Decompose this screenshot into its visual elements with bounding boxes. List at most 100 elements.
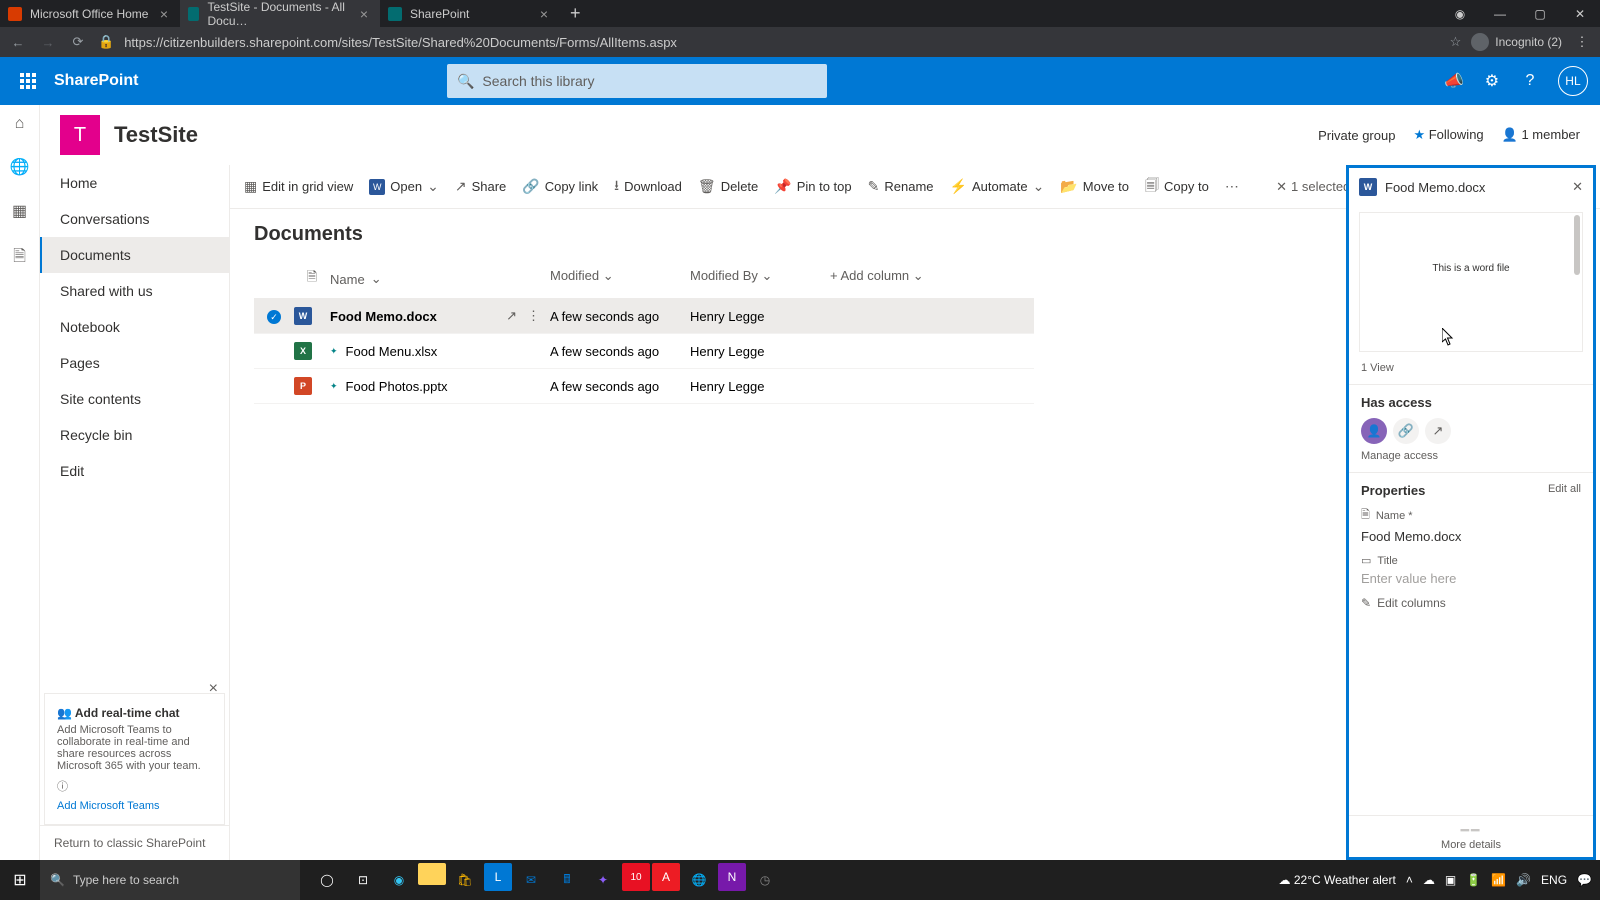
moveto-button[interactable]: 📂Move to [1060, 178, 1129, 195]
automate-button[interactable]: ⚡Automate⌄ [950, 178, 1045, 195]
info-icon[interactable]: ⓘ [57, 778, 212, 794]
file-name[interactable]: Food Memo.docx [330, 309, 437, 324]
more-details-link[interactable]: More details [1441, 839, 1501, 851]
taskbar-search[interactable]: 🔍 Type here to search [40, 860, 300, 900]
files-icon[interactable]: 🗎 [13, 245, 26, 272]
explorer-icon[interactable] [418, 863, 446, 885]
address-bar[interactable]: https://citizenbuilders.sharepoint.com/s… [124, 35, 1439, 50]
tab-close-icon[interactable]: × [536, 6, 552, 22]
sidebar-item-documents[interactable]: Documents [40, 237, 229, 273]
site-title[interactable]: TestSite [114, 122, 198, 148]
name-header[interactable]: Name⌄ [330, 268, 550, 290]
share-access-icon[interactable]: ↗ [1425, 418, 1451, 444]
copyto-button[interactable]: 🗐Copy to [1145, 175, 1209, 199]
new-tab-button[interactable]: + [560, 0, 591, 27]
wifi-icon[interactable]: 📶 [1491, 873, 1506, 887]
sidebar-item-conversations[interactable]: Conversations [40, 201, 229, 237]
news-icon[interactable]: ▦ [12, 201, 27, 221]
editall-link[interactable]: Edit all [1548, 483, 1581, 498]
avatar[interactable]: HL [1558, 66, 1588, 96]
calc-icon[interactable]: 🖩 [550, 863, 584, 897]
onenote-icon[interactable]: N [718, 863, 746, 891]
browser-tab[interactable]: SharePoint × [380, 0, 560, 27]
ellipsis-icon[interactable]: ⋮ [527, 308, 540, 324]
open-button[interactable]: WOpen⌄ [369, 178, 439, 195]
edit-grid-button[interactable]: ▦Edit in grid view [244, 178, 353, 195]
tab-close-icon[interactable]: × [356, 6, 372, 22]
clear-selection[interactable]: ✕ 1 selected [1276, 179, 1350, 195]
table-row[interactable]: P✦Food Photos.pptxA few seconds agoHenry… [254, 369, 1034, 404]
table-row[interactable]: X✦Food Menu.xlsxA few seconds agoHenry L… [254, 334, 1034, 369]
modifiedby-cell[interactable]: Henry Legge [690, 309, 830, 324]
members-button[interactable]: 👤 1 member [1502, 127, 1580, 143]
sidebar-item-edit[interactable]: Edit [40, 453, 229, 489]
sidebar-item-home[interactable]: Home [40, 165, 229, 201]
browser-tab[interactable]: Microsoft Office Home × [0, 0, 180, 27]
cortana-icon[interactable]: ⊡ [346, 863, 380, 897]
sidebar-item-site-contents[interactable]: Site contents [40, 381, 229, 417]
app-launcher-icon[interactable] [12, 65, 44, 97]
avatar[interactable]: 👤 [1361, 418, 1387, 444]
scrollbar[interactable] [1574, 215, 1580, 275]
incognito-indicator[interactable]: Incognito (2) [1471, 33, 1562, 51]
share-button[interactable]: ↗Share [455, 178, 506, 195]
modified-header[interactable]: Modified ⌄ [550, 268, 690, 290]
taskview-icon[interactable]: ◯ [310, 863, 344, 897]
search-box[interactable]: 🔍 Search this library [447, 64, 827, 98]
pin-button[interactable]: 📌Pin to top [774, 178, 851, 195]
reload-icon[interactable]: ⟳ [68, 34, 88, 50]
onedrive-icon[interactable]: ☁ [1423, 873, 1435, 887]
delete-button[interactable]: 🗑Delete [698, 178, 758, 195]
back-icon[interactable]: ← [8, 35, 28, 50]
add-column-button[interactable]: + Add column ⌄ [830, 268, 1034, 290]
language-indicator[interactable]: ENG [1541, 873, 1567, 887]
app-name[interactable]: SharePoint [54, 72, 138, 90]
sidebar-item-pages[interactable]: Pages [40, 345, 229, 381]
browser-tab[interactable]: TestSite - Documents - All Docu… × [180, 0, 380, 27]
kebab-icon[interactable]: ⋮ [1572, 34, 1592, 50]
modifiedby-header[interactable]: Modified By ⌄ [690, 268, 830, 290]
tab-close-icon[interactable]: × [156, 6, 172, 22]
sidebar-item-notebook[interactable]: Notebook [40, 309, 229, 345]
volume-icon[interactable]: 🔊 [1516, 873, 1531, 887]
mail-icon[interactable]: ✉ [514, 863, 548, 897]
edge-icon[interactable]: ◉ [382, 863, 416, 897]
record-icon[interactable]: ◉ [1440, 7, 1480, 21]
download-button[interactable]: ⭳Download [614, 175, 682, 199]
file-preview[interactable]: This is a word file [1359, 212, 1583, 352]
app-icon[interactable]: 10 [622, 863, 650, 891]
app-icon[interactable]: L [484, 863, 512, 891]
rename-button[interactable]: ✎Rename [868, 178, 934, 195]
app-icon[interactable]: ✦ [586, 863, 620, 897]
close-icon[interactable]: ✕ [1572, 179, 1583, 195]
share-icon[interactable]: ↗ [506, 308, 517, 324]
edit-columns-link[interactable]: ✎Edit columns [1361, 596, 1581, 610]
table-row[interactable]: ✓WFood Memo.docx↗⋮A few seconds agoHenry… [254, 299, 1034, 334]
name-value[interactable]: Food Memo.docx [1361, 529, 1581, 544]
store-icon[interactable]: 🛍 [448, 863, 482, 897]
globe-icon[interactable]: 🌐 [10, 157, 30, 177]
close-icon[interactable]: ✕ [1560, 7, 1600, 21]
weather-widget[interactable]: ☁ 22°C Weather alert [1279, 873, 1396, 887]
file-name[interactable]: Food Menu.xlsx [346, 344, 438, 359]
title-input[interactable]: Enter value here [1361, 571, 1581, 586]
megaphone-icon[interactable]: 📣 [1444, 71, 1464, 91]
chrome-icon[interactable]: 🌐 [682, 863, 716, 897]
more-button[interactable]: ⋯ [1225, 178, 1239, 195]
help-icon[interactable]: ? [1520, 72, 1540, 90]
star-icon[interactable]: ☆ [1450, 34, 1462, 50]
drag-handle-icon[interactable]: ━━ [1355, 822, 1587, 839]
sidebar-item-recycle-bin[interactable]: Recycle bin [40, 417, 229, 453]
file-name[interactable]: Food Photos.pptx [346, 379, 448, 394]
home-icon[interactable]: ⌂ [15, 115, 25, 133]
start-button[interactable]: ⊞ [0, 870, 40, 890]
link-access-icon[interactable]: 🔗 [1393, 418, 1419, 444]
checkmark-icon[interactable]: ✓ [267, 310, 281, 324]
app-icon[interactable]: ◷ [748, 863, 782, 897]
add-teams-link[interactable]: Add Microsoft Teams [57, 800, 212, 812]
following-button[interactable]: ★ Following [1413, 127, 1483, 143]
copylink-button[interactable]: 🔗Copy link [522, 178, 598, 195]
close-icon[interactable]: × [209, 680, 218, 698]
chevron-up-icon[interactable]: ˄ [1406, 873, 1413, 887]
acrobat-icon[interactable]: A [652, 863, 680, 891]
